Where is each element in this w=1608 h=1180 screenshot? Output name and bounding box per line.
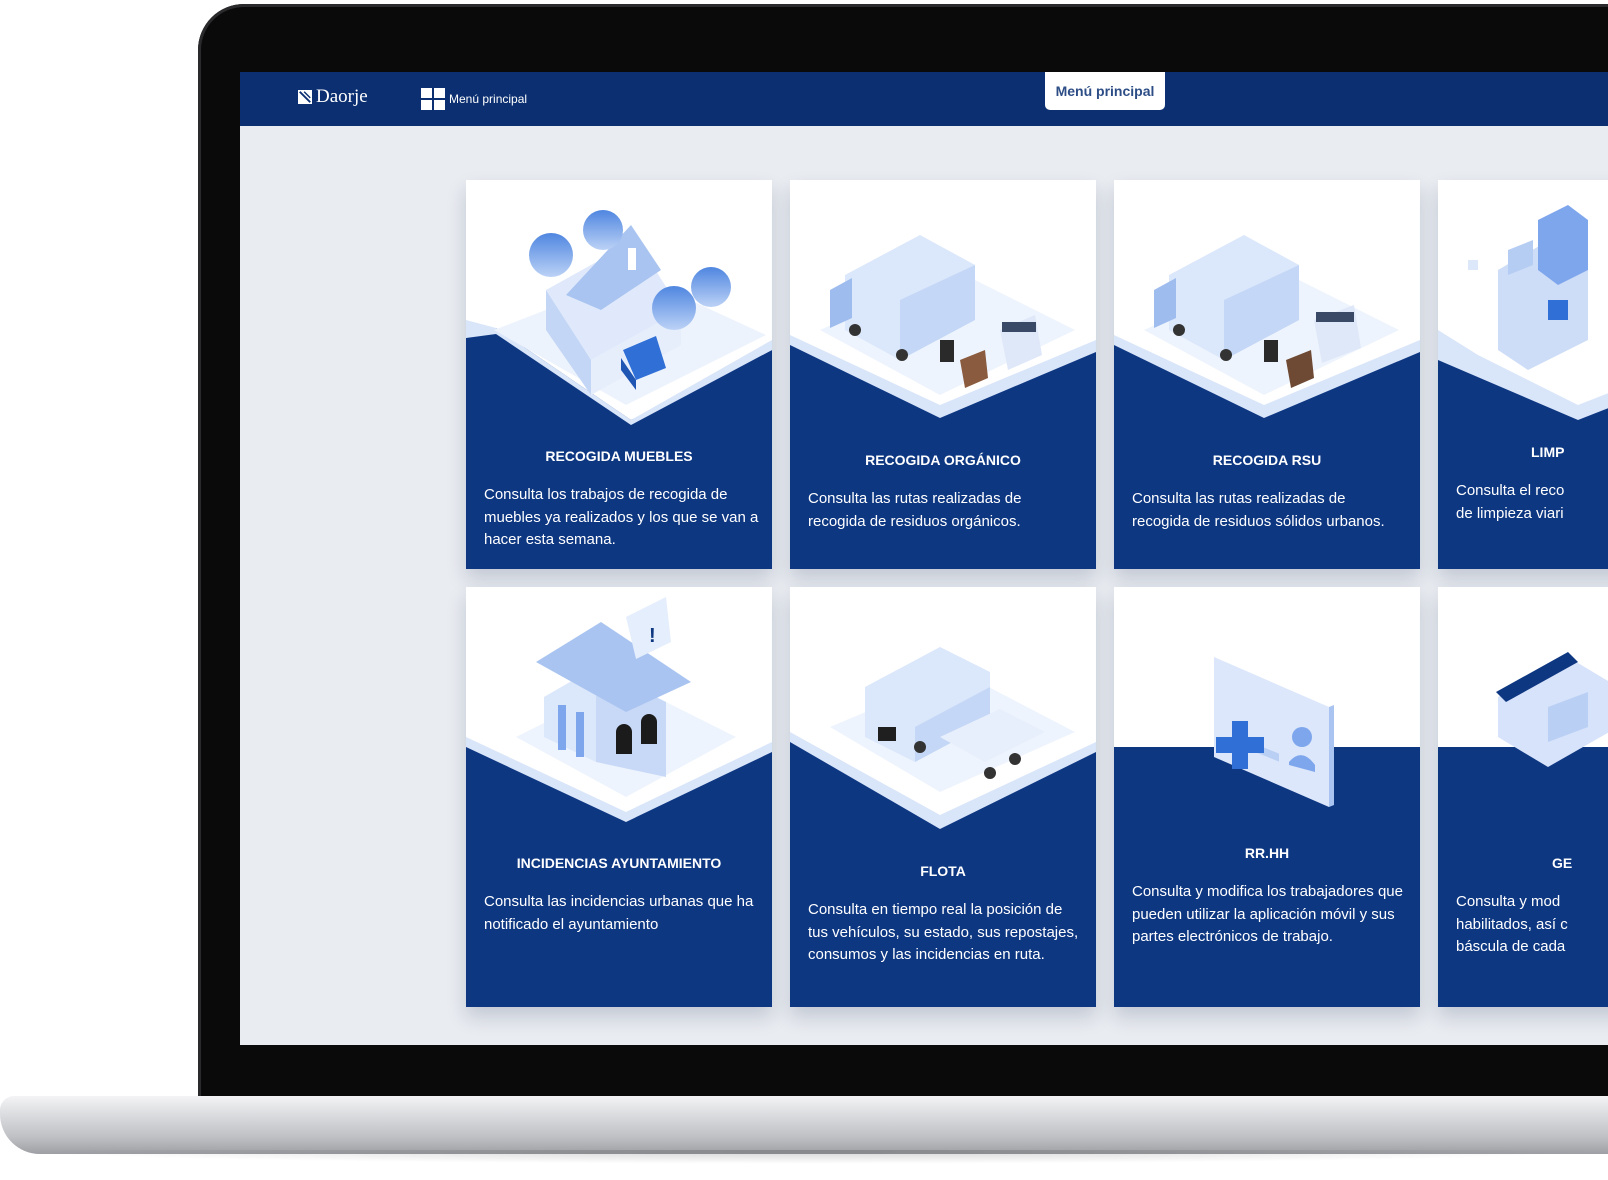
laptop-base <box>0 1096 1608 1154</box>
card-title: RECOGIDA ORGÁNICO <box>865 452 1021 468</box>
card-flota[interactable]: FLOTA Consulta en tiempo real la posició… <box>790 587 1096 1007</box>
card-title: FLOTA <box>920 863 966 879</box>
card-recogida-organico[interactable]: RECOGIDA ORGÁNICO Consulta las rutas rea… <box>790 180 1096 569</box>
app-screen: Daorje Menú principal Menú principal REC… <box>240 72 1608 1045</box>
grid-menu-icon <box>421 88 445 110</box>
logo-mark-icon <box>298 90 312 104</box>
card-rrhh[interactable]: RR.HH Consulta y modifica los trabajador… <box>1114 587 1420 1007</box>
card-title: RECOGIDA MUEBLES <box>545 448 693 464</box>
tab-main-menu[interactable]: Menú principal <box>1045 72 1165 110</box>
card-description: Consulta los trabajos de recogida de mue… <box>484 486 759 548</box>
card-title: INCIDENCIAS AYUNTAMIENTO <box>516 855 722 871</box>
svg-text:!: ! <box>649 625 656 647</box>
card-description: Consulta las rutas realizadas de recogid… <box>808 490 1022 530</box>
card-gestion[interactable]: GE Consulta y mod habilitados, así c bás… <box>1438 587 1608 1007</box>
card-description: Consulta y modifica los trabajadores que… <box>1132 883 1403 945</box>
laptop-shadow <box>10 1150 1608 1164</box>
card-title: RECOGIDA RSU <box>1212 452 1322 468</box>
card-description: Consulta y mod habilitados, así c báscul… <box>1456 893 1568 955</box>
card-description: Consulta en tiempo real la posición de t… <box>808 901 1079 963</box>
card-title: RR.HH <box>1244 845 1290 861</box>
card-description: Consulta las rutas realizadas de recogid… <box>1132 490 1385 530</box>
main-menu-link[interactable]: Menú principal <box>421 88 527 110</box>
card-title: GE <box>1552 855 1573 871</box>
main-menu-label: Menú principal <box>449 92 528 106</box>
town-hall-alert-icon: ! <box>466 587 772 822</box>
card-title: LIMP <box>1531 444 1565 460</box>
card-recogida-muebles[interactable]: RECOGIDA MUEBLES Consulta los trabajos d… <box>466 180 772 569</box>
card-limpieza[interactable]: LIMP Consulta el reco de limpieza viari <box>1438 180 1608 569</box>
brand-name: Daorje <box>316 86 368 107</box>
card-description: Consulta el reco de limpieza viari <box>1456 482 1565 522</box>
card-recogida-rsu[interactable]: RECOGIDA RSU Consulta las rutas realizad… <box>1114 180 1420 569</box>
top-navigation-bar: Daorje Menú principal Menú principal <box>240 72 1608 126</box>
card-description: Consulta las incidencias urbanas que ha … <box>484 893 754 933</box>
brand-logo[interactable]: Daorje <box>298 86 368 108</box>
card-incidencias-ayuntamiento[interactable]: ! INCIDENCIAS AYUNTAMIENTO Consulta las … <box>466 587 772 1007</box>
